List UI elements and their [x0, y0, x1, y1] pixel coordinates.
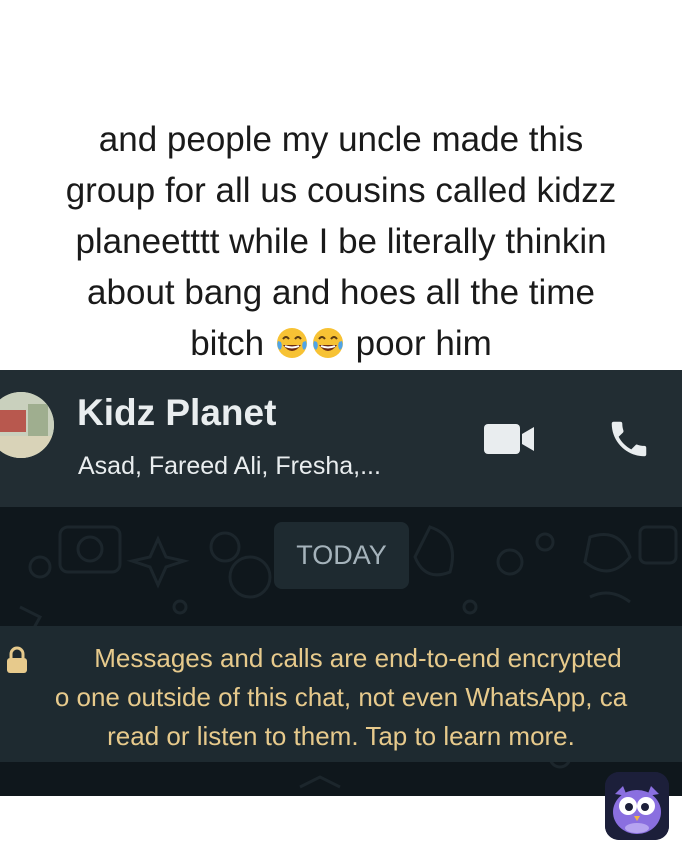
chat-header: Kidz Planet Asad, Fareed Ali, Fresha,... — [0, 370, 682, 507]
caption-line-3: planeetttt while I be literally thinkin — [75, 222, 607, 261]
chat-wallpaper: TODAY Messages and calls are end-to-end … — [0, 507, 682, 796]
owl-logo-icon — [605, 772, 669, 840]
caption-line-5-start: bitch — [190, 324, 265, 363]
face-with-tears-of-joy-icon — [276, 328, 307, 358]
encryption-line-3: read or listen to them. Tap to learn mor… — [107, 721, 575, 751]
caption-line-5: bitch poor him — [0, 318, 682, 369]
meme-caption: and people my uncle made this group for … — [0, 114, 682, 369]
caption-line-5-end: poor him — [355, 324, 492, 363]
face-with-tears-of-joy-icon — [312, 328, 343, 358]
encryption-notice[interactable]: Messages and calls are end-to-end encryp… — [0, 626, 682, 762]
whatsapp-chat-screenshot: Kidz Planet Asad, Fareed Ali, Fresha,... — [0, 370, 682, 796]
caption-line-4: about bang and hoes all the time — [87, 273, 595, 312]
lock-icon — [7, 646, 27, 673]
encryption-line-2: o one outside of this chat, not even Wha… — [54, 682, 628, 712]
caption-line-2: group for all us cousins called kidzz — [65, 171, 617, 210]
encryption-line-1: Messages and calls are end-to-end encryp… — [94, 643, 622, 673]
voice-call-icon[interactable] — [606, 416, 652, 462]
group-avatar[interactable] — [0, 392, 54, 458]
video-call-icon[interactable] — [484, 421, 536, 457]
chat-participants[interactable]: Asad, Fareed Ali, Fresha,... — [78, 452, 381, 481]
date-chip: TODAY — [274, 522, 409, 589]
group-avatar-image — [0, 392, 54, 458]
caption-line-1: and people my uncle made this — [98, 120, 584, 159]
chat-title[interactable]: Kidz Planet — [77, 392, 276, 434]
